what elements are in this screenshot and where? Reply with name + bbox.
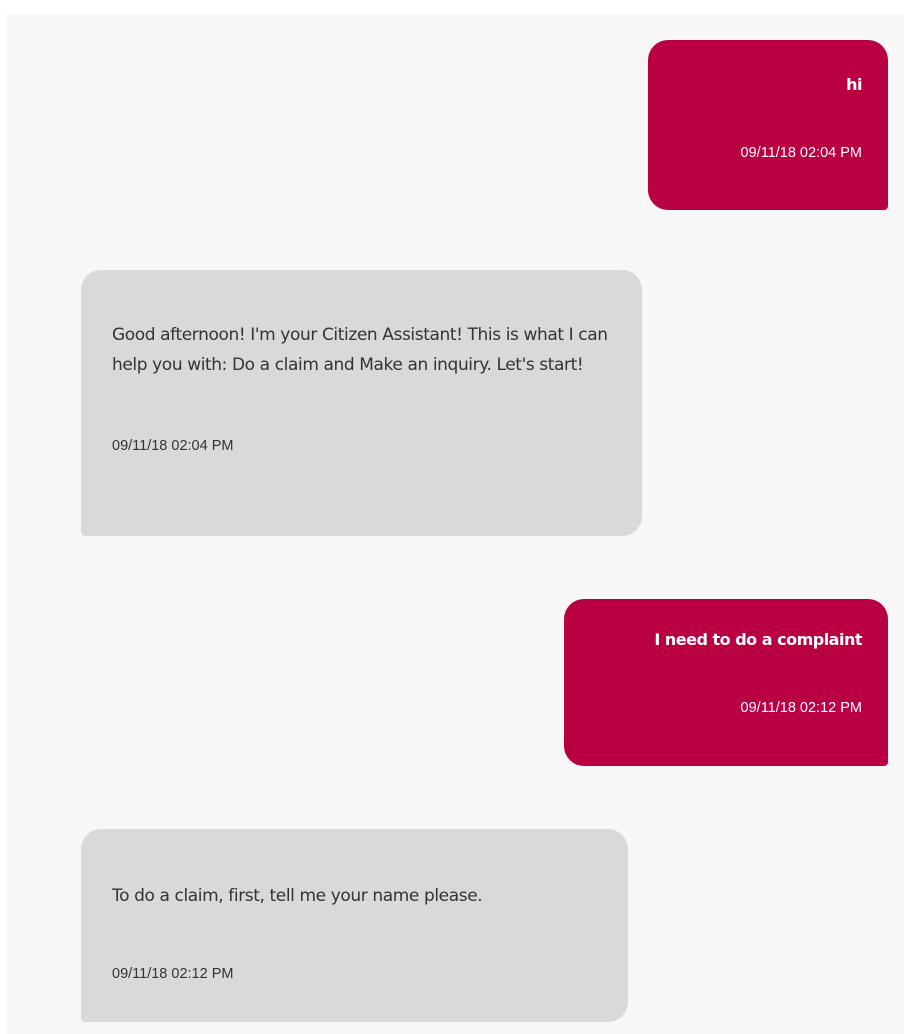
- message-text: Good afternoon! I'm your Citizen Assista…: [112, 325, 608, 375]
- bot-message-bubble: To do a claim, first, tell me your name …: [81, 829, 628, 1022]
- message-timestamp: 09/11/18 02:04 PM: [740, 145, 862, 161]
- user-message-bubble: I need to do a complaint 09/11/18 02:12 …: [564, 599, 888, 766]
- message-text: I need to do a complaint: [654, 630, 862, 649]
- message-timestamp: 09/11/18 02:04 PM: [112, 438, 234, 454]
- message-text: To do a claim, first, tell me your name …: [112, 886, 483, 906]
- message-timestamp: 09/11/18 02:12 PM: [740, 700, 862, 716]
- chat-transcript: hi 09/11/18 02:04 PM Good afternoon! I'm…: [6, 14, 904, 1034]
- message-text: hi: [846, 75, 862, 94]
- message-timestamp: 09/11/18 02:12 PM: [112, 966, 234, 982]
- user-message-bubble: hi 09/11/18 02:04 PM: [648, 40, 888, 210]
- bot-message-bubble: Good afternoon! I'm your Citizen Assista…: [81, 270, 642, 536]
